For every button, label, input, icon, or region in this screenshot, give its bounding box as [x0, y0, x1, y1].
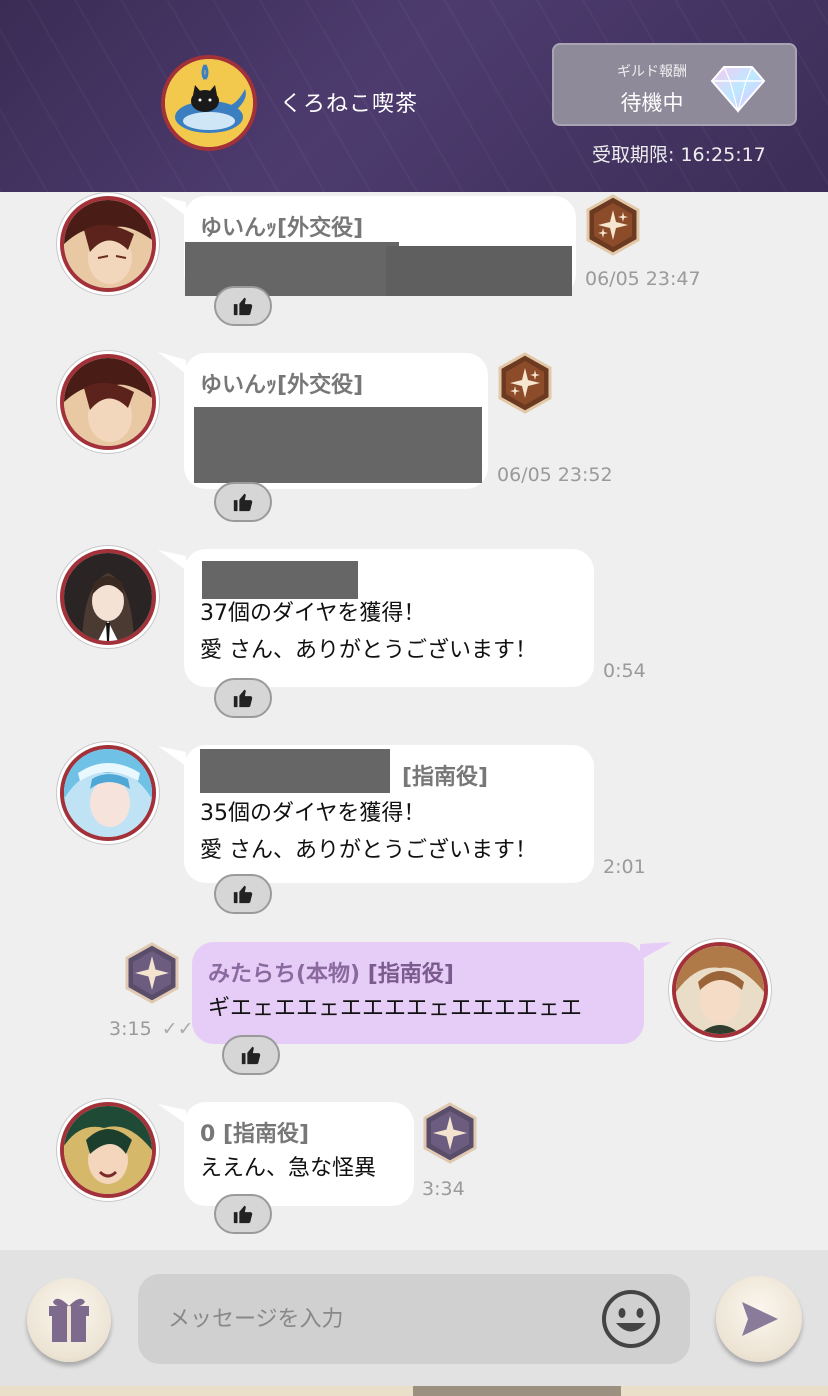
message-time: 06/05 23:52: [497, 464, 613, 486]
sender-name: ゆいんｯ[外交役]: [200, 373, 364, 398]
redacted-text: [386, 246, 572, 296]
message-time: 0:54: [603, 660, 646, 682]
smiley-icon[interactable]: [600, 1288, 662, 1350]
like-button[interactable]: [214, 678, 272, 718]
message-time-text: 3:15: [109, 1018, 152, 1040]
send-button[interactable]: [716, 1276, 802, 1362]
avatar[interactable]: [672, 942, 768, 1038]
guild-reward-label: ギルド報酬: [617, 64, 687, 80]
avatar[interactable]: [60, 196, 156, 292]
message-bubble[interactable]: 0 [指南役] ええん、急な怪異: [184, 1102, 414, 1206]
message-text: 愛 さん、ありがとうございます！: [200, 838, 537, 863]
guild-reward-status: 待機中: [620, 91, 684, 115]
message-time: 06/05 23:47: [585, 268, 701, 290]
read-check-icon: ✓✓: [161, 1018, 194, 1040]
reward-deadline: 受取期限: 16:25:17: [592, 144, 766, 166]
like-button[interactable]: [214, 1194, 272, 1234]
like-button[interactable]: [222, 1035, 280, 1075]
message-input[interactable]: [168, 1296, 588, 1342]
redacted-text: [200, 749, 390, 793]
avatar[interactable]: [60, 354, 156, 450]
rank-medal-icon: [422, 1102, 478, 1164]
rank-medal-icon: [124, 942, 180, 1004]
like-button[interactable]: [214, 482, 272, 522]
home-indicator: [0, 1386, 828, 1396]
gift-button[interactable]: [27, 1278, 111, 1362]
thumbs-up-icon: [230, 1203, 256, 1225]
guild-logo[interactable]: [161, 55, 257, 151]
sender-role: [指南役]: [402, 765, 489, 790]
message-composer: [0, 1250, 828, 1396]
chat-log[interactable]: ゆいんｯ[外交役] 06/05 23:47 ゆいんｯ[外交役] 06/05 23…: [0, 192, 828, 1250]
avatar[interactable]: [60, 745, 156, 841]
message-text: 35個のダイヤを獲得！: [200, 801, 426, 826]
sender-name: みたらち(本物) [指南役]: [208, 962, 454, 987]
guild-name: くろねこ喫茶: [280, 92, 419, 117]
sender-name: ゆいんｯ[外交役]: [200, 216, 364, 241]
message-bubble-own[interactable]: みたらち(本物) [指南役] ギエェエエェエエエエェエエエエェエ: [192, 942, 644, 1044]
redacted-text: [202, 561, 358, 599]
like-button[interactable]: [214, 874, 272, 914]
message-input-box[interactable]: [138, 1274, 690, 1364]
thumbs-up-icon: [230, 491, 256, 513]
send-arrow-icon: [742, 1302, 778, 1336]
thumbs-up-icon: [238, 1044, 264, 1066]
sender-role: [外交役]: [277, 373, 364, 398]
guild-reward-button[interactable]: ギルド報酬 待機中: [552, 43, 797, 126]
redacted-text: [194, 407, 482, 483]
like-button[interactable]: [214, 286, 272, 326]
thumbs-up-icon: [230, 883, 256, 905]
message-text: ギエェエエェエエエエェエエエエェエ: [208, 996, 583, 1021]
thumbs-up-icon: [230, 687, 256, 709]
sender-role: [外交役]: [277, 216, 364, 241]
sender-role: [指南役]: [367, 962, 454, 987]
bubble-tail-own: [640, 942, 672, 960]
avatar[interactable]: [60, 549, 156, 645]
message-text: 愛 さん、ありがとうございます！: [200, 638, 537, 663]
rank-medal-icon: [585, 194, 641, 256]
message-text: ええん、急な怪異: [200, 1156, 377, 1181]
message-time: 3:15 ✓✓: [109, 1018, 194, 1040]
message-text: 37個のダイヤを獲得！: [200, 601, 426, 626]
guild-header: くろねこ喫茶 ギルド報酬 待機中 受取期限: 16:25:17: [0, 0, 828, 192]
sender-role: [指南役]: [222, 1122, 310, 1147]
avatar[interactable]: [60, 1102, 156, 1198]
rank-medal-icon: [497, 352, 553, 414]
bubble-tails: [158, 196, 186, 1124]
thumbs-up-icon: [230, 295, 256, 317]
sender-name: 0 [指南役]: [200, 1122, 310, 1147]
message-time: 2:01: [603, 856, 646, 878]
diamond-gem-icon: [710, 66, 766, 113]
message-time: 3:34: [422, 1178, 465, 1200]
gift-icon: [49, 1298, 89, 1342]
redacted-text: [185, 242, 399, 296]
